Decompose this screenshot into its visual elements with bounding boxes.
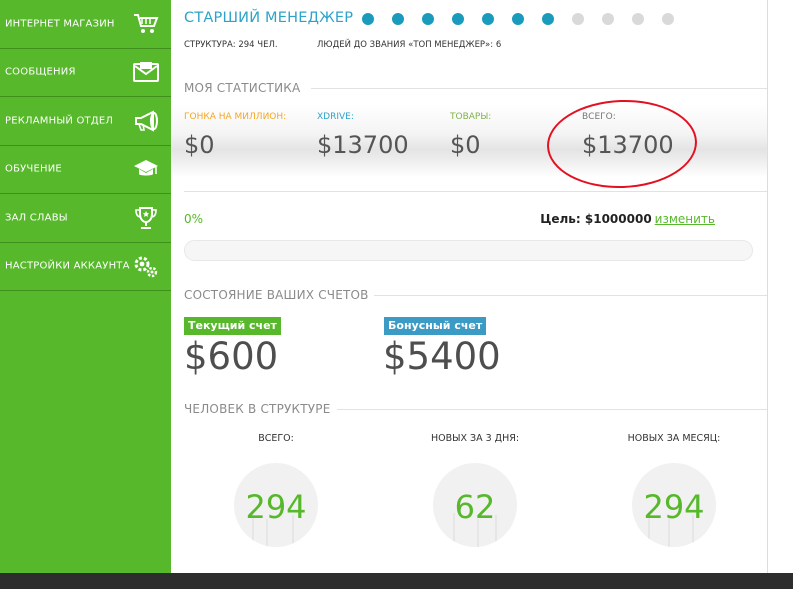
- rank-dot-filled: [512, 13, 524, 25]
- megaphone-icon: [133, 109, 159, 133]
- stat-value-million-race: $0: [184, 131, 215, 159]
- sidebar-item-label: Сообщения: [5, 66, 76, 78]
- current-account-badge: Текущий счет: [184, 317, 281, 335]
- rank-dot-filled: [392, 13, 404, 25]
- sidebar-item-label: Настройки аккаунта: [5, 260, 130, 272]
- change-goal-link[interactable]: изменить: [655, 212, 715, 226]
- rank-dot-filled: [482, 13, 494, 25]
- sidebar-item-label: Зал славы: [5, 212, 68, 224]
- people-value-month: 294: [643, 488, 705, 526]
- stat-label-million-race: Гонка на миллион:: [184, 112, 287, 122]
- section-divider: [337, 409, 768, 410]
- sidebar-item-label: Интернет магазин: [5, 18, 115, 30]
- gears-icon: [133, 254, 159, 278]
- rank-dot-empty: [602, 13, 614, 25]
- people-circle-month: 294: [632, 463, 716, 547]
- current-account-value: $600: [184, 335, 279, 378]
- envelope-icon: [133, 60, 159, 84]
- people-circle-3days: 62: [433, 463, 517, 547]
- people-label-3days: Новых за 3 дня:: [430, 433, 520, 444]
- section-label-my-stats: Моя статистика: [184, 81, 301, 95]
- bonus-account-value: $5400: [383, 335, 501, 378]
- goal-row: Цель: $1000000 изменить: [540, 212, 715, 226]
- people-col-month: Новых за месяц:: [594, 433, 754, 444]
- rank-dot-empty: [662, 13, 674, 25]
- rank-dot-empty: [632, 13, 644, 25]
- trophy-icon: [133, 206, 159, 230]
- rank-dot-empty: [572, 13, 584, 25]
- goal-progress-bar: [184, 240, 753, 261]
- people-col-3days: Новых за 3 дня:: [395, 433, 555, 444]
- right-margin: [768, 0, 793, 573]
- people-to-next-rank: Людей до звания «Топ менеджер»: 6: [317, 40, 502, 50]
- rank-title: Старший менеджер: [184, 10, 354, 26]
- rank-dot-filled: [452, 13, 464, 25]
- sidebar-item-label: Обучение: [5, 163, 62, 175]
- section-divider: [184, 191, 768, 192]
- bonus-account-badge: Бонусный счет: [384, 317, 487, 335]
- sidebar-item-advertising[interactable]: Рекламный отдел: [0, 97, 171, 146]
- goal-percent: 0%: [184, 212, 204, 226]
- section-label-people: Человек в структуре: [184, 402, 331, 416]
- people-value-3days: 62: [454, 488, 496, 526]
- sidebar-item-label: Рекламный отдел: [5, 115, 114, 127]
- goal-label: Цель: $1000000: [540, 212, 652, 226]
- sidebar-item-education[interactable]: Обучение: [0, 146, 171, 194]
- stat-label-xdrive: XDrive:: [317, 112, 354, 122]
- sidebar-item-account-settings[interactable]: Настройки аккаунта: [0, 243, 171, 291]
- people-col-total: Всего:: [196, 433, 356, 444]
- rank-dot-filled: [362, 13, 374, 25]
- shopping-cart-icon: [133, 12, 159, 36]
- people-label-total: Всего:: [258, 433, 294, 444]
- stat-value-goods: $0: [450, 131, 481, 159]
- graduation-cap-icon: [133, 157, 159, 181]
- sidebar: Интернет магазин Сообщения Рекламный отд…: [0, 0, 171, 573]
- rank-dot-filled: [542, 13, 554, 25]
- dashboard-main: Старший менеджер Структура: 294 чел. Люд…: [171, 0, 768, 573]
- people-label-month: Новых за месяц:: [627, 433, 721, 444]
- sidebar-item-messages[interactable]: Сообщения: [0, 49, 171, 97]
- people-value-total: 294: [245, 488, 307, 526]
- rank-progress-dots: [362, 13, 674, 25]
- stat-label-goods: Товары:: [450, 112, 492, 122]
- people-circle-total: 294: [234, 463, 318, 547]
- section-label-accounts: Состояние ваших счетов: [184, 288, 369, 302]
- footer-bar: [0, 573, 793, 589]
- stat-value-xdrive: $13700: [317, 131, 409, 159]
- sidebar-item-hall-of-fame[interactable]: Зал славы: [0, 194, 171, 243]
- rank-dot-filled: [422, 13, 434, 25]
- section-divider: [374, 295, 768, 296]
- section-divider: [311, 88, 768, 89]
- sidebar-item-shop[interactable]: Интернет магазин: [0, 0, 171, 49]
- structure-count: Структура: 294 чел.: [184, 40, 278, 50]
